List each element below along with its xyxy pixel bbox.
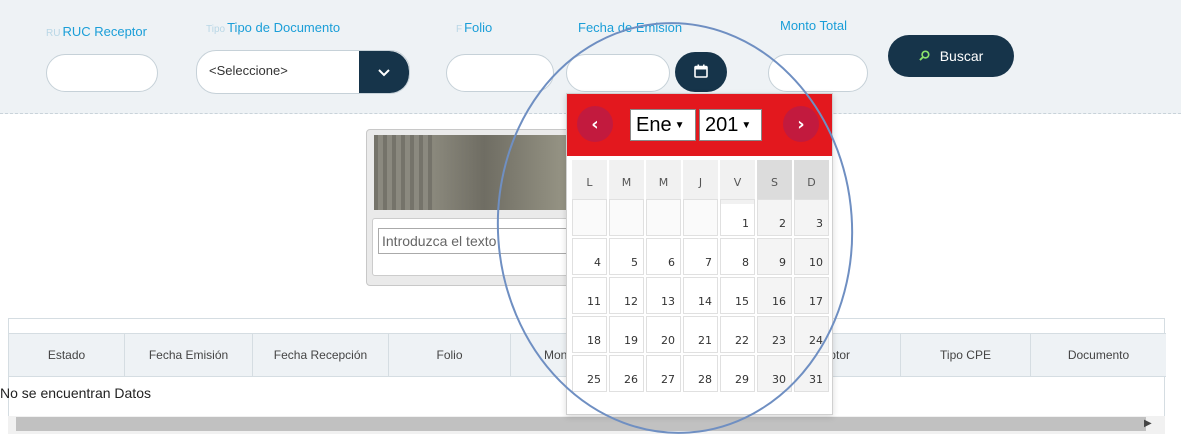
- day-cell[interactable]: 20: [646, 316, 681, 353]
- day-cell[interactable]: 2: [757, 199, 792, 236]
- day-cell[interactable]: 4: [572, 238, 607, 275]
- datepicker-grid: L M M J V S D 1 2 3 4 5 6 7 8 9 10 11 12 13 14 15 16 17 18 19 20 21…: [572, 160, 829, 392]
- chevron-right-icon: ›: [797, 113, 805, 135]
- day-cell-empty: [646, 199, 681, 236]
- day-cell[interactable]: 27: [646, 355, 681, 392]
- header-fecha-emision[interactable]: Fecha Emisión: [125, 334, 253, 376]
- tipo-ghost-label: Tipo: [206, 24, 226, 35]
- scroll-right-icon[interactable]: ▶: [1144, 418, 1152, 429]
- day-cell[interactable]: 1: [720, 199, 755, 236]
- folio-label: F Folio: [456, 20, 492, 35]
- chevron-left-icon: ‹: [591, 113, 599, 135]
- year-dropdown-icon: ▼: [741, 119, 752, 131]
- buscar-button[interactable]: Buscar: [888, 35, 1014, 77]
- year-value: 201: [705, 113, 739, 136]
- tipo-documento-select[interactable]: <Seleccione>: [196, 50, 410, 94]
- weekday-header: J: [683, 160, 718, 204]
- monto-total-input[interactable]: [768, 54, 868, 92]
- day-cell[interactable]: 10: [794, 238, 829, 275]
- day-cell[interactable]: 14: [683, 277, 718, 314]
- ruc-receptor-label-text: RUC Receptor: [62, 24, 147, 39]
- header-folio[interactable]: Folio: [389, 334, 511, 376]
- day-cell[interactable]: 26: [609, 355, 644, 392]
- day-cell[interactable]: 19: [609, 316, 644, 353]
- tipo-documento-label-text: Tipo de Documento: [227, 20, 341, 35]
- datepicker-popup: ‹ Ene ▼ 201 ▼ › L M M J V S D 1 2 3 4 5 6 7 8 9 10 11 12 13 14…: [566, 93, 833, 415]
- header-fecha-recepcion[interactable]: Fecha Recepción: [253, 334, 389, 376]
- day-cell[interactable]: 31: [794, 355, 829, 392]
- weekday-header: V: [720, 160, 755, 204]
- day-cell-empty: [572, 199, 607, 236]
- weekday-header: S: [757, 160, 792, 204]
- fecha-emision-input[interactable]: [566, 54, 670, 92]
- monto-total-label: Monto Total: [780, 18, 847, 33]
- captcha-panel: [366, 129, 578, 286]
- month-select[interactable]: Ene ▼: [630, 109, 696, 141]
- calendar-icon: [694, 63, 708, 82]
- day-cell[interactable]: 6: [646, 238, 681, 275]
- search-icon: [918, 49, 930, 64]
- day-cell[interactable]: 5: [609, 238, 644, 275]
- chevron-down-icon[interactable]: [359, 51, 409, 93]
- ruc-receptor-label: RU RUC Receptor: [46, 24, 147, 39]
- day-cell[interactable]: 23: [757, 316, 792, 353]
- day-cell[interactable]: 15: [720, 277, 755, 314]
- day-cell[interactable]: 21: [683, 316, 718, 353]
- day-cell[interactable]: 12: [609, 277, 644, 314]
- weekday-header: M: [609, 160, 644, 204]
- day-cell[interactable]: 25: [572, 355, 607, 392]
- day-cell[interactable]: 17: [794, 277, 829, 314]
- month-dropdown-icon: ▼: [674, 119, 685, 131]
- day-cell[interactable]: 22: [720, 316, 755, 353]
- horizontal-scrollbar-thumb[interactable]: [16, 417, 1146, 431]
- day-cell[interactable]: 29: [720, 355, 755, 392]
- weekday-header: M: [646, 160, 681, 204]
- weekday-header: L: [572, 160, 607, 204]
- day-cell[interactable]: 7: [683, 238, 718, 275]
- day-cell[interactable]: 8: [720, 238, 755, 275]
- folio-label-text: Folio: [464, 20, 493, 35]
- empty-message: No se encuentran Datos: [0, 385, 151, 401]
- buscar-label: Buscar: [939, 48, 984, 64]
- header-tipo-cpe[interactable]: Tipo CPE: [901, 334, 1031, 376]
- folio-ghost-label: F: [456, 24, 463, 35]
- captcha-image: [374, 135, 574, 210]
- day-cell[interactable]: 18: [572, 316, 607, 353]
- calendar-button[interactable]: [675, 52, 727, 92]
- datepicker-header: ‹ Ene ▼ 201 ▼ ›: [567, 94, 832, 156]
- tipo-documento-label: Tipo Tipo de Documento: [206, 20, 340, 35]
- day-cell[interactable]: 28: [683, 355, 718, 392]
- day-cell[interactable]: 9: [757, 238, 792, 275]
- header-estado[interactable]: Estado: [9, 334, 125, 376]
- day-cell[interactable]: 3: [794, 199, 829, 236]
- prev-month-button[interactable]: ‹: [577, 106, 613, 142]
- fecha-emision-label: Fecha de Emisión: [578, 20, 683, 35]
- day-cell[interactable]: 16: [757, 277, 792, 314]
- header-documento[interactable]: Documento: [1031, 334, 1166, 376]
- weekday-header: D: [794, 160, 829, 204]
- day-cell[interactable]: 13: [646, 277, 681, 314]
- tipo-documento-value: <Seleccione>: [209, 63, 288, 78]
- day-cell-empty: [609, 199, 644, 236]
- captcha-input[interactable]: [378, 228, 568, 254]
- day-cell[interactable]: 11: [572, 277, 607, 314]
- ruc-receptor-input[interactable]: [46, 54, 158, 92]
- month-value: Ene: [636, 113, 672, 136]
- day-cell[interactable]: 30: [757, 355, 792, 392]
- folio-input[interactable]: [446, 54, 554, 92]
- day-cell[interactable]: 24: [794, 316, 829, 353]
- next-month-button[interactable]: ›: [783, 106, 819, 142]
- ruc-ghost-label: RU: [46, 28, 61, 39]
- day-cell-empty: [683, 199, 718, 236]
- year-select[interactable]: 201 ▼: [699, 109, 762, 141]
